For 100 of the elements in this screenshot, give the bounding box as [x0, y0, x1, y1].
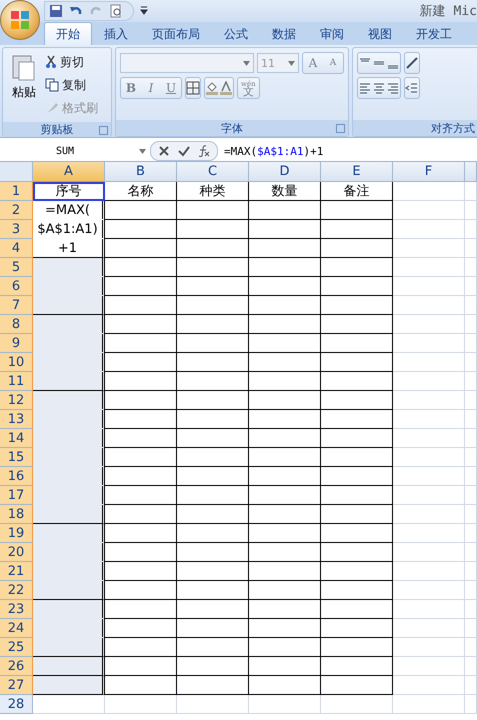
grid-cell	[465, 296, 477, 315]
row-header[interactable]: 25	[0, 638, 33, 657]
ribbon-tab[interactable]: 公式	[212, 22, 260, 45]
grid-cell	[393, 638, 465, 657]
cut-button[interactable]: 剪切	[45, 52, 98, 72]
table-cell	[105, 391, 177, 410]
column-header[interactable]: B	[105, 162, 177, 182]
grid-cell	[465, 676, 477, 695]
align-left-icon[interactable]	[358, 81, 372, 95]
row-header[interactable]: 7	[0, 296, 33, 315]
table-cell	[105, 448, 177, 467]
grid-cell	[465, 505, 477, 524]
table-cell	[105, 600, 177, 619]
table-cell	[177, 258, 249, 277]
font-name-field[interactable]	[120, 53, 254, 73]
table-cell	[321, 600, 393, 619]
column-header[interactable]: A	[33, 162, 105, 182]
ribbon-tab[interactable]: 数据	[260, 22, 308, 45]
fill-color-icon[interactable]	[205, 81, 219, 95]
row-header[interactable]: 15	[0, 448, 33, 467]
grid-cell	[177, 695, 249, 714]
table-cell	[105, 581, 177, 600]
row-header[interactable]: 16	[0, 467, 33, 486]
row-header[interactable]: 19	[0, 524, 33, 543]
row-header[interactable]: 11	[0, 372, 33, 391]
grid-cell	[393, 619, 465, 638]
grid-cell	[393, 562, 465, 581]
decrease-indent-icon[interactable]	[405, 81, 419, 95]
row-header[interactable]: 10	[0, 353, 33, 372]
row-header[interactable]: 27	[0, 676, 33, 695]
row-header[interactable]: 17	[0, 486, 33, 505]
column-header[interactable]: E	[321, 162, 393, 182]
row-header[interactable]: 21	[0, 562, 33, 581]
table-cell	[321, 505, 393, 524]
table-cell	[105, 334, 177, 353]
font-color-icon[interactable]	[219, 81, 233, 95]
table-cell	[105, 410, 177, 429]
group-label: 对齐方式	[353, 120, 477, 136]
table-cell: 数量	[249, 182, 321, 201]
ribbon-tab[interactable]: 开发工	[404, 22, 464, 45]
table-cell	[177, 505, 249, 524]
table-cell	[177, 486, 249, 505]
row-header[interactable]: 26	[0, 657, 33, 676]
row-header[interactable]: 4	[0, 239, 33, 258]
row-header[interactable]: 22	[0, 581, 33, 600]
grid-cell	[393, 258, 465, 277]
ribbon-tab[interactable]: 插入	[92, 22, 140, 45]
row-header[interactable]: 9	[0, 334, 33, 353]
row-header[interactable]: 23	[0, 600, 33, 619]
row-header[interactable]: 28	[0, 695, 33, 714]
row-header[interactable]: 24	[0, 619, 33, 638]
paste-button[interactable]: 粘贴	[7, 52, 41, 118]
print-preview-icon[interactable]	[109, 4, 123, 18]
grid-cell	[465, 201, 477, 220]
name-box[interactable]: SUM	[0, 142, 150, 160]
office-logo-icon	[9, 9, 31, 31]
table-cell	[249, 448, 321, 467]
row-header[interactable]: 6	[0, 277, 33, 296]
row-header[interactable]: 5	[0, 258, 33, 277]
row-header[interactable]: 20	[0, 543, 33, 562]
ribbon-tab[interactable]: 审阅	[308, 22, 356, 45]
grid-cell	[465, 182, 477, 201]
row-header[interactable]: 12	[0, 391, 33, 410]
table-cell	[105, 524, 177, 543]
orientation-icon[interactable]	[405, 56, 419, 70]
check-icon[interactable]	[177, 144, 191, 158]
table-cell	[105, 258, 177, 277]
cancel-icon[interactable]	[157, 144, 171, 158]
table-cell	[249, 372, 321, 391]
row-header[interactable]: 2	[0, 201, 33, 220]
grid-cell	[465, 600, 477, 619]
copy-button[interactable]: 复制	[45, 75, 98, 95]
ribbon-tab[interactable]: 视图	[356, 22, 404, 45]
align-center-icon[interactable]	[372, 81, 386, 95]
table-cell	[177, 429, 249, 448]
row-header[interactable]: 3	[0, 220, 33, 239]
table-cell	[321, 562, 393, 581]
column-header[interactable]: C	[177, 162, 249, 182]
ribbon-tab[interactable]: 开始	[44, 22, 92, 45]
table-cell	[177, 277, 249, 296]
row-header[interactable]: 14	[0, 429, 33, 448]
grid-cell	[393, 543, 465, 562]
row-header[interactable]: 1	[0, 182, 33, 201]
table-cell	[321, 334, 393, 353]
column-header[interactable]: D	[249, 162, 321, 182]
row-header[interactable]: 8	[0, 315, 33, 334]
ribbon-tab[interactable]: 页面布局	[140, 22, 212, 45]
grid-cell	[393, 353, 465, 372]
row-header[interactable]: 13	[0, 410, 33, 429]
table-cell: 名称	[105, 182, 177, 201]
grid-cell	[393, 676, 465, 695]
align-right-icon[interactable]	[386, 81, 400, 95]
row-header[interactable]: 18	[0, 505, 33, 524]
borders-icon[interactable]	[186, 81, 200, 95]
column-header[interactable]: F	[393, 162, 465, 182]
table-cell	[249, 410, 321, 429]
insert-function-icon[interactable]	[197, 144, 211, 158]
formula-field[interactable]: =MAX($A$1:A1)+1	[224, 144, 324, 158]
save-icon[interactable]	[49, 4, 63, 18]
table-cell	[321, 619, 393, 638]
